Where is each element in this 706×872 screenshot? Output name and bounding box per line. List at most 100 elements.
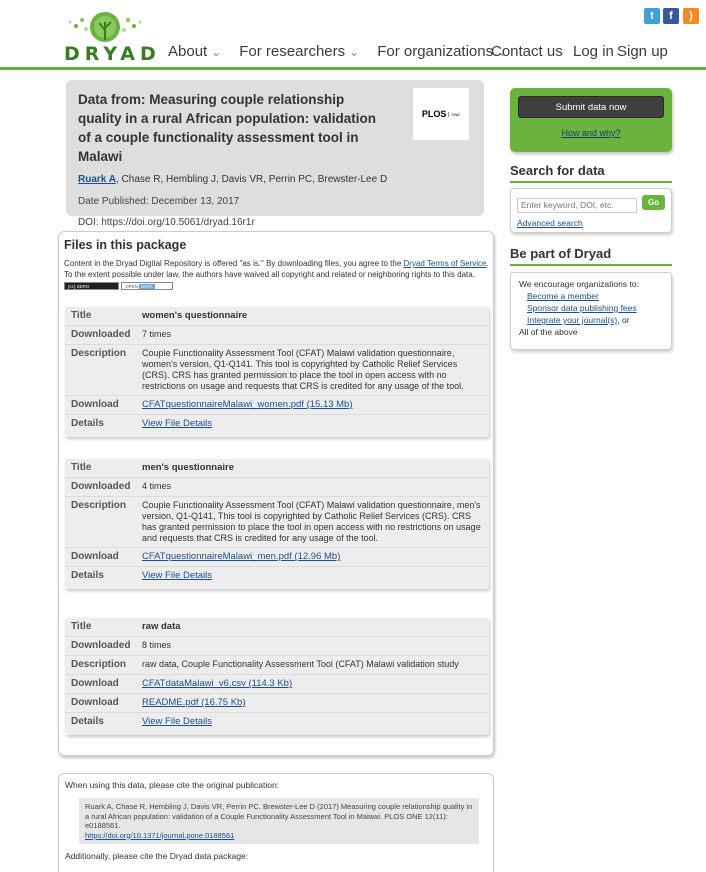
signup-link[interactable]: Sign up — [617, 43, 668, 60]
become-member-link[interactable]: Become a member — [519, 290, 663, 302]
dataset-title: Data from: Measuring couple relationship… — [78, 92, 377, 164]
nav-for-organizations[interactable]: For organizations ⌄ — [377, 43, 507, 60]
file-row-title: Title men's questionnaire — [65, 459, 489, 478]
file-label-details: Details — [71, 716, 104, 727]
site-header: DRYAD About ⌄ For researchers ⌄ For organi… — [0, 0, 706, 70]
file-download-link[interactable]: CFATquestionnaireMalawi_women.pdf (15.13… — [142, 399, 353, 410]
open-data-badge[interactable]: OPEN DATA — [121, 281, 174, 290]
view-file-details-link[interactable]: View File Details — [142, 570, 212, 581]
submit-data-button[interactable]: Submit data now — [518, 96, 664, 118]
be-part-intro: We encourage organizations to: — [519, 279, 639, 289]
open-data-badge-open: OPEN — [125, 283, 138, 289]
citation-doi-link[interactable]: https://doi.org/10.1371/journal.pone.018… — [85, 831, 234, 840]
be-part-box: We encourage organizations to: Become a … — [510, 272, 672, 350]
file-row-description: Description Couple Functionality Assessme… — [65, 497, 489, 548]
author-list: Ruark A, Chase R, Hembling J, Davis VR, … — [78, 174, 472, 185]
advanced-search-link[interactable]: Advanced search — [517, 218, 665, 228]
file-row-description: Description Couple Functionality Assessme… — [65, 345, 489, 396]
search-go-button[interactable]: Go — [642, 195, 665, 210]
search-box: Go Advanced search — [510, 188, 672, 233]
chevron-down-icon: ⌄ — [349, 45, 360, 59]
file-row-download: Download CFATquestionnaireMalawi_men.pdf … — [65, 548, 489, 567]
chevron-down-icon: ⌄ — [211, 45, 222, 59]
file-label-description: Description — [71, 659, 127, 670]
file-block-raw-data: Title raw data Downloaded 8 times Descript… — [65, 618, 489, 735]
facebook-icon[interactable]: f — [663, 8, 679, 24]
citation-additional: Additionally, please cite the Dryad data… — [65, 851, 249, 861]
dataset-doi: DOI: https://doi.org/10.5061/dryad.16r1r — [78, 217, 255, 228]
file-row-description: Description raw data, Couple Functionalit… — [65, 656, 489, 675]
login-link[interactable]: Log in — [573, 43, 614, 60]
view-file-details-link[interactable]: View File Details — [142, 716, 212, 727]
file-description: Couple Functionality Assessment Tool (CF… — [142, 500, 481, 543]
file-label-title: Title — [71, 621, 92, 632]
logo-wordmark[interactable]: DRYAD — [64, 43, 161, 65]
plos-logo-sub: ONE — [448, 111, 460, 117]
first-author-link[interactable]: Ruark A — [78, 174, 116, 185]
file-title: women's questionnaire — [142, 310, 248, 321]
terms-of-service-link[interactable]: Dryad Terms of Service — [404, 259, 487, 268]
file-label-details: Details — [71, 418, 104, 429]
view-file-details-link[interactable]: View File Details — [142, 418, 212, 429]
file-row-details: Details View File Details — [65, 713, 489, 731]
cc-zero-badge[interactable]: (cc) ZERO — [64, 281, 119, 290]
file-download-count: 7 times — [142, 329, 172, 339]
plos-logo-text: PLOS — [421, 109, 447, 119]
file-label-downloaded: Downloaded — [71, 329, 131, 340]
file-description: raw data, Couple Functionality Assessmen… — [142, 659, 459, 669]
file-row-download: Download CFATquestionnaireMalawi_women.pd… — [65, 396, 489, 415]
file-row-downloaded: Downloaded 8 times — [65, 637, 489, 656]
file-row-download: Download CFATdataMalawi_v6.csv (114.3 Kb) — [65, 675, 489, 694]
file-label-download: Download — [71, 551, 119, 562]
file-title: raw data — [142, 621, 181, 632]
file-label-title: Title — [71, 310, 92, 321]
nav-contact-us[interactable]: Contact us — [491, 43, 563, 60]
nav-about-label: About — [168, 43, 208, 60]
file-description: Couple Functionality Assessment Tool (CF… — [142, 348, 464, 391]
file-label-details: Details — [71, 570, 104, 581]
sponsor-fees-link[interactable]: Sponsor data publishing fees — [519, 302, 663, 314]
submit-data-box: Submit data now How and why? — [510, 88, 672, 152]
nav-for-researchers-label: For researchers — [239, 43, 346, 60]
nav-for-researchers[interactable]: For researchers ⌄ — [239, 43, 359, 60]
file-download-count: 4 times — [142, 481, 172, 491]
file-download-link[interactable]: CFATdataMalawi_v6.csv (114.3 Kb) — [142, 678, 292, 689]
files-intro: Content in the Dryad Digital Repository … — [64, 258, 489, 291]
file-label-description: Description — [71, 500, 127, 511]
date-published: Date Published: December 13, 2017 — [78, 196, 240, 207]
file-title: men's questionnaire — [142, 462, 235, 473]
integrate-journal-item: Integrate your journal(s), or — [519, 314, 663, 326]
nav-for-organizations-label: For organizations — [377, 43, 494, 60]
file-label-downloaded: Downloaded — [71, 481, 131, 492]
file-download-link[interactable]: README.pdf (16.75 Kb) — [142, 697, 246, 708]
files-panel: Files in this package Content in the Dry… — [58, 231, 494, 756]
file-row-title: Title raw data — [65, 618, 489, 637]
plos-one-logo[interactable]: PLOS ONE — [413, 88, 469, 140]
citation-box: Ruark A, Chase R, Hembling J, Davis VR, … — [79, 798, 479, 844]
citation-text: Ruark A, Chase R, Hembling J, Davis VR, … — [85, 802, 473, 830]
rss-icon[interactable]: ) — [683, 8, 699, 24]
citation-panel: When using this data, please cite the or… — [58, 773, 494, 872]
file-label-description: Description — [71, 348, 127, 359]
file-label-download: Download — [71, 399, 119, 410]
file-row-downloaded: Downloaded 4 times — [65, 478, 489, 497]
search-input[interactable] — [517, 197, 637, 213]
files-heading: Files in this package — [64, 238, 187, 252]
file-download-link[interactable]: CFATquestionnaireMalawi_men.pdf (12.96 M… — [142, 551, 340, 562]
be-part-heading: Be part of Dryad — [510, 246, 672, 266]
file-block-womens-questionnaire: Title women's questionnaire Downloaded 7 t… — [65, 307, 489, 437]
citation-intro: When using this data, please cite the or… — [65, 780, 280, 790]
how-and-why-link[interactable]: How and why? — [510, 128, 672, 138]
open-data-badge-data: DATA — [139, 283, 155, 289]
file-row-title: Title women's questionnaire — [65, 307, 489, 326]
file-row-downloaded: Downloaded 7 times — [65, 326, 489, 345]
file-block-mens-questionnaire: Title men's questionnaire Downloaded 4 tim… — [65, 459, 489, 589]
files-intro-text-1: Content in the Dryad Digital Repository … — [64, 259, 404, 268]
file-label-title: Title — [71, 462, 92, 473]
main-nav: About ⌄ For researchers ⌄ For organization… — [168, 43, 525, 60]
nav-about[interactable]: About ⌄ — [168, 43, 221, 60]
twitter-icon[interactable]: t — [644, 8, 660, 24]
integrate-journal-link[interactable]: Integrate your journal(s) — [527, 315, 617, 325]
integrate-or-text: , or — [617, 315, 630, 325]
search-heading: Search for data — [510, 163, 672, 183]
